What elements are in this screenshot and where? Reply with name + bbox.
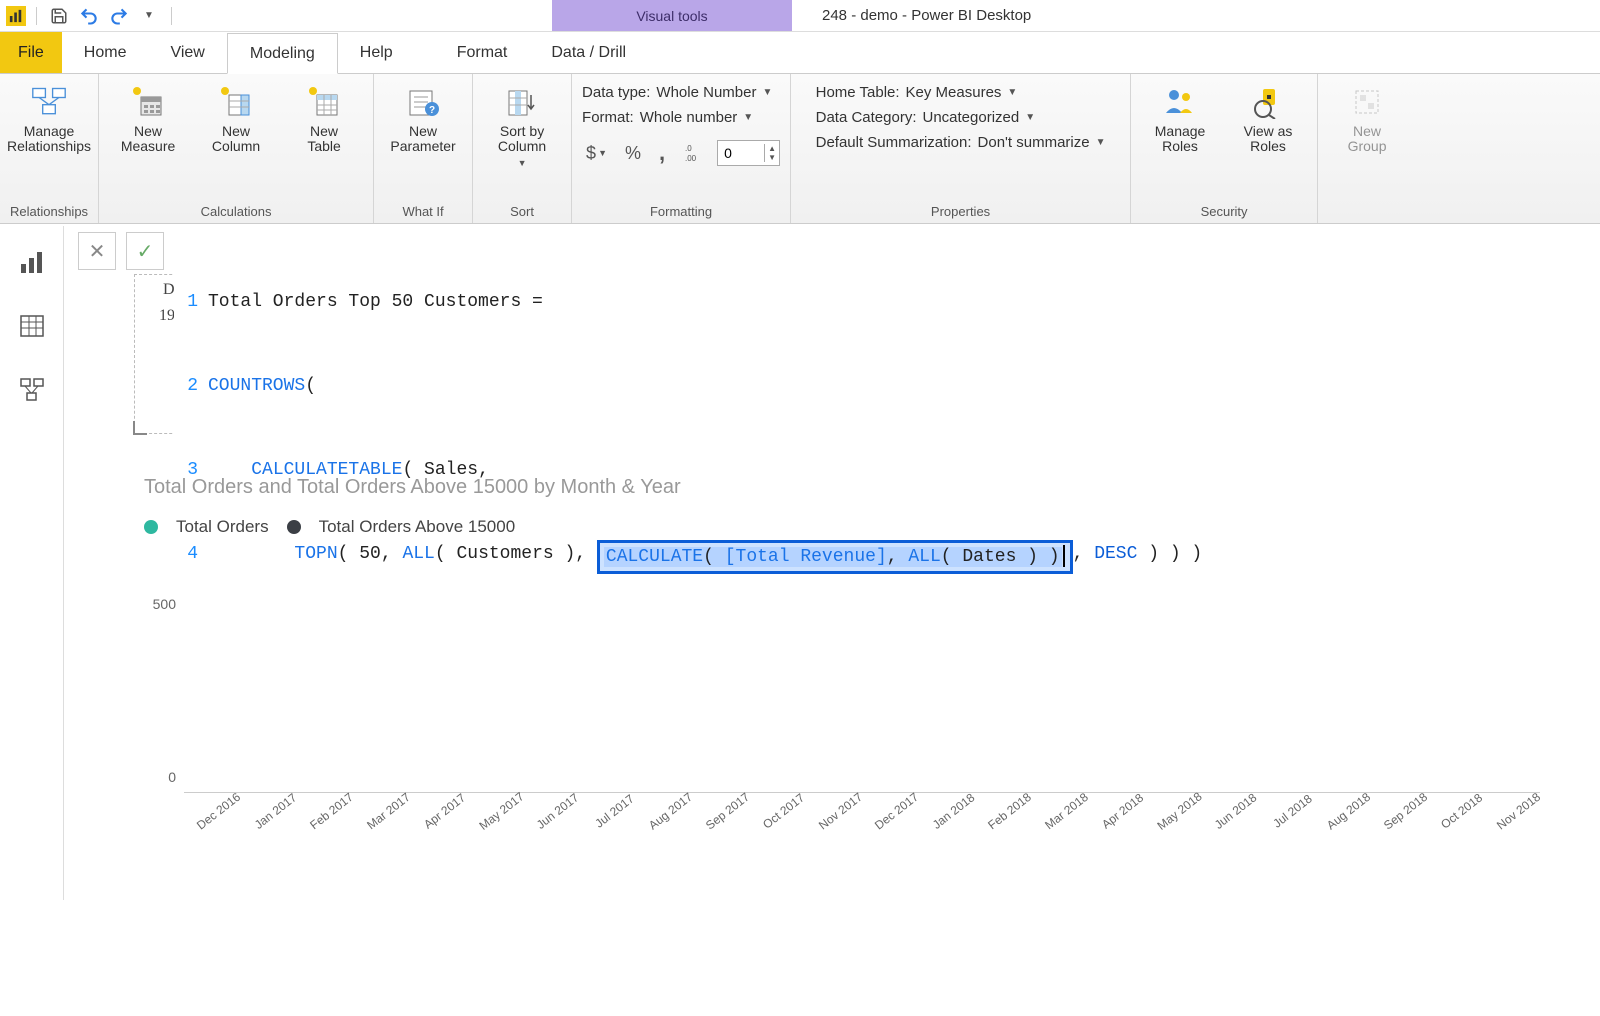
spin-up-icon[interactable]: ▲: [765, 144, 779, 153]
window-title: 248 - demo - Power BI Desktop: [822, 7, 1031, 24]
bar-chart-visual[interactable]: Total Orders and Total Orders Above 1500…: [144, 476, 1540, 1016]
x-tick-label: Nov 2018: [1492, 788, 1545, 834]
x-tick-label: Apr 2018: [1096, 788, 1149, 834]
x-tick-label: Apr 2017: [418, 788, 471, 834]
x-tick-label: Jun 2018: [1209, 788, 1262, 834]
tab-help[interactable]: Help: [338, 32, 415, 73]
svg-text:.00: .00: [685, 154, 697, 163]
group-security: Manage Roles View as Roles Security: [1131, 74, 1318, 223]
quick-access-toolbar: ▼: [0, 4, 182, 28]
currency-button[interactable]: $ ▼: [582, 141, 611, 166]
app-icon: [6, 6, 26, 26]
model-view-button[interactable]: [14, 372, 50, 408]
tab-view[interactable]: View: [148, 32, 226, 73]
legend-label-2: Total Orders Above 15000: [319, 517, 516, 537]
x-tick-label: Dec 2016: [192, 788, 245, 834]
contextual-tab-header: Visual tools: [552, 0, 792, 31]
view-switcher: [0, 226, 64, 900]
x-tick-label: Sep 2018: [1379, 788, 1432, 834]
group-properties: Home Table: Key Measures ▼ Data Category…: [791, 74, 1131, 223]
x-tick-label: Dec 2017: [870, 788, 923, 834]
x-tick-label: Feb 2017: [305, 788, 358, 834]
decimal-places-input[interactable]: ▲▼: [717, 140, 780, 166]
x-tick-label: Mar 2017: [362, 788, 415, 834]
default-summarization-dropdown[interactable]: Default Summarization: Don't summarize ▼: [816, 134, 1106, 151]
parameter-icon: ?: [405, 84, 441, 120]
group-icon: [1349, 84, 1385, 120]
home-table-dropdown[interactable]: Home Table: Key Measures ▼: [816, 84, 1106, 101]
table-icon: [306, 84, 342, 120]
ribbon-tabs: File Home View Modeling Help Format Data…: [0, 32, 1600, 74]
thousands-button[interactable]: ,: [655, 138, 669, 168]
x-tick-label: Mar 2018: [1040, 788, 1093, 834]
sort-by-column-button[interactable]: Sort by Column▼: [483, 78, 561, 169]
x-tick-label: Oct 2017: [757, 788, 810, 834]
data-type-dropdown[interactable]: Data type: Whole Number ▼: [582, 84, 780, 101]
svg-text:?: ?: [429, 105, 435, 116]
view-roles-icon: [1250, 84, 1286, 120]
column-icon: [218, 84, 254, 120]
view-as-roles-button[interactable]: View as Roles: [1229, 78, 1307, 155]
group-sort: Sort by Column▼ Sort: [473, 74, 572, 223]
legend-marker-1: [144, 520, 158, 534]
tab-modeling[interactable]: Modeling: [227, 33, 338, 74]
group-formatting: Data type: Whole Number ▼ Format: Whole …: [572, 74, 791, 223]
measure-icon: [130, 84, 166, 120]
x-tick-label: Jan 2017: [249, 788, 302, 834]
x-tick-label: Nov 2017: [814, 788, 867, 834]
x-tick-label: Jun 2017: [531, 788, 584, 834]
x-tick-label: Sep 2017: [701, 788, 754, 834]
relationships-icon: [31, 84, 67, 120]
group-relationships: Manage Relationships Relationships: [0, 74, 99, 223]
group-calculations: New Measure New Column New Table Calcula…: [99, 74, 374, 223]
report-canvas: Date 19/ ✕ ✓ 1Total Orders Top 50 Custom…: [64, 226, 1600, 900]
new-table-button[interactable]: New Table: [285, 78, 363, 155]
new-column-button[interactable]: New Column: [197, 78, 275, 155]
tab-home[interactable]: Home: [62, 32, 149, 73]
title-bar: ▼ Visual tools 248 - demo - Power BI Des…: [0, 0, 1600, 32]
new-group-button[interactable]: New Group: [1328, 78, 1406, 155]
x-tick-label: May 2017: [475, 788, 528, 834]
decimal-icon[interactable]: .0.00: [679, 141, 707, 165]
manage-relationships-button[interactable]: Manage Relationships: [10, 78, 88, 155]
roles-icon: [1162, 84, 1198, 120]
chart-legend: Total Orders Total Orders Above 15000: [144, 517, 1540, 537]
legend-label-1: Total Orders: [176, 517, 269, 537]
new-measure-button[interactable]: New Measure: [109, 78, 187, 155]
x-tick-label: Oct 2018: [1435, 788, 1488, 834]
group-whatif: ?New Parameter What If: [374, 74, 473, 223]
x-tick-label: May 2018: [1153, 788, 1206, 834]
format-dropdown[interactable]: Format: Whole number ▼: [582, 109, 780, 126]
x-tick-label: Feb 2018: [983, 788, 1036, 834]
tab-file[interactable]: File: [0, 32, 62, 73]
x-tick-label: Jul 2018: [1266, 788, 1319, 834]
tab-data-drill[interactable]: Data / Drill: [529, 32, 648, 73]
new-parameter-button[interactable]: ?New Parameter: [384, 78, 462, 155]
plot-area: 0 500 Dec 2016Jan 2017Feb 2017Mar 2017Ap…: [184, 557, 1540, 817]
redo-icon[interactable]: [107, 4, 131, 28]
x-tick-label: Aug 2017: [644, 788, 697, 834]
svg-text:.0: .0: [685, 144, 692, 153]
undo-icon[interactable]: [77, 4, 101, 28]
chart-title: Total Orders and Total Orders Above 1500…: [144, 476, 1540, 499]
qat-dropdown-icon[interactable]: ▼: [137, 4, 161, 28]
x-tick-label: Jul 2017: [588, 788, 641, 834]
group-groups: New Group: [1318, 74, 1416, 223]
report-view-button[interactable]: [14, 244, 50, 280]
x-tick-label: Jan 2018: [927, 788, 980, 834]
y-axis: 0 500: [140, 557, 180, 817]
data-view-button[interactable]: [14, 308, 50, 344]
save-icon[interactable]: [47, 4, 71, 28]
sort-icon: [504, 84, 540, 120]
legend-marker-2: [287, 520, 301, 534]
x-tick-label: Aug 2018: [1322, 788, 1375, 834]
tab-format[interactable]: Format: [435, 32, 530, 73]
data-category-dropdown[interactable]: Data Category: Uncategorized ▼: [816, 109, 1106, 126]
ribbon: Manage Relationships Relationships New M…: [0, 74, 1600, 224]
spin-down-icon[interactable]: ▼: [765, 153, 779, 162]
commit-formula-button[interactable]: ✓: [126, 232, 164, 270]
cancel-formula-button[interactable]: ✕: [78, 232, 116, 270]
manage-roles-button[interactable]: Manage Roles: [1141, 78, 1219, 155]
percent-button[interactable]: %: [621, 141, 645, 166]
